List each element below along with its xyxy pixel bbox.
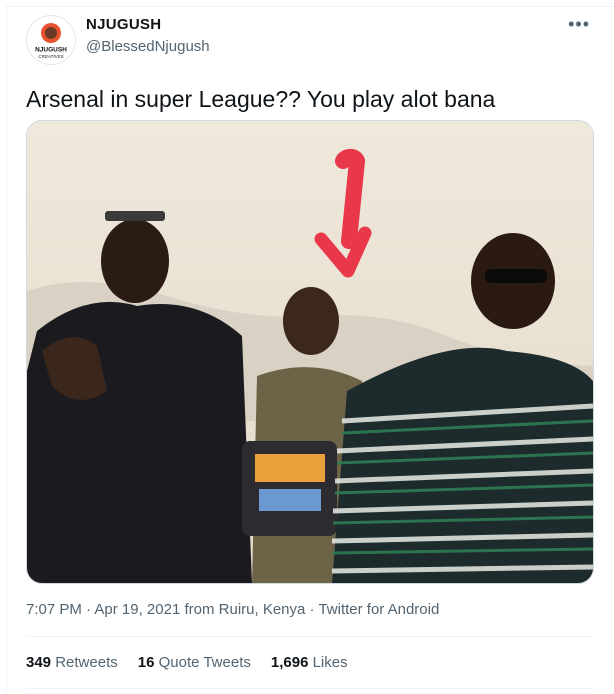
author-handle[interactable]: @BlessedNjugush [86, 38, 210, 55]
retweets-label: Retweets [55, 654, 118, 671]
author-avatar[interactable]: NJUGUSH CREATIVES [26, 15, 76, 65]
quotes-label: Quote Tweets [158, 654, 251, 671]
meta-separator: · [86, 601, 92, 618]
author-name[interactable]: NJUGUSH [86, 16, 161, 33]
tweet-time[interactable]: 7:07 PM [26, 601, 82, 618]
divider-bottom [26, 688, 592, 689]
tweet-photo[interactable] [26, 120, 594, 584]
likes-stat[interactable]: 1,696 Likes [271, 654, 348, 671]
quotes-count: 16 [137, 654, 155, 671]
from-label: from [184, 601, 215, 618]
tweet-meta: 7:07 PM · Apr 19, 2021 from Ruiru, Kenya… [26, 601, 439, 618]
likes-count: 1,696 [270, 654, 309, 671]
tweet-location[interactable]: Ruiru, Kenya [219, 601, 306, 618]
tweet-client[interactable]: Twitter for Android [318, 601, 439, 618]
meta-separator-2: · [309, 601, 315, 618]
divider [26, 636, 592, 637]
svg-text:NJUGUSH: NJUGUSH [35, 47, 67, 54]
retweets-count: 349 [26, 654, 52, 671]
likes-label: Likes [312, 654, 348, 671]
svg-text:CREATIVES: CREATIVES [38, 54, 63, 59]
tweet-text: Arsenal in super League?? You play alot … [26, 86, 496, 112]
more-icon[interactable]: ••• [568, 14, 590, 35]
tweet-stats: 349 Retweets 16 Quote Tweets 1,696 Likes [26, 654, 348, 671]
tweet-date[interactable]: Apr 19, 2021 [94, 601, 180, 618]
quotes-stat[interactable]: 16 Quote Tweets [138, 654, 251, 671]
retweets-stat[interactable]: 349 Retweets [26, 654, 118, 671]
